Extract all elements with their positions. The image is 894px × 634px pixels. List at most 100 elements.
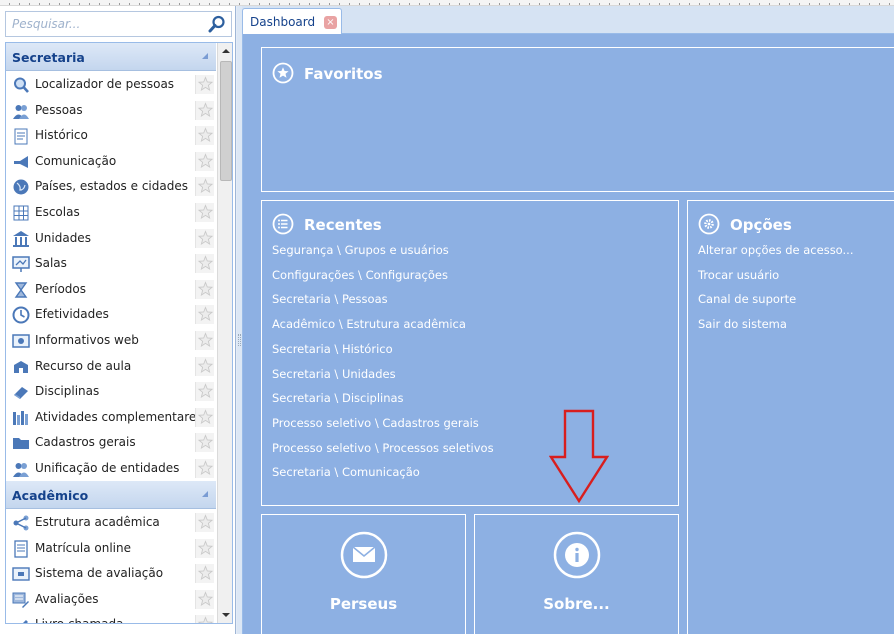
sidebar-item-label: Histórico: [35, 128, 88, 143]
favorite-star-icon[interactable]: [195, 126, 214, 146]
favoritos-card: Favoritos: [261, 47, 894, 192]
favorite-star-icon[interactable]: [195, 151, 214, 171]
envelope-icon: [340, 531, 388, 579]
structure-icon: [12, 514, 30, 532]
merge-people-icon: [12, 460, 30, 478]
list-icon: [272, 213, 294, 235]
enrollment-doc-icon: [12, 539, 30, 558]
sidebar-item[interactable]: Escolas: [6, 200, 216, 226]
dashboard-link[interactable]: Acadêmico \ Estrutura acadêmica: [272, 317, 466, 331]
favorite-star-icon[interactable]: [195, 100, 214, 120]
favorite-star-icon[interactable]: [195, 538, 214, 558]
sidebar-item[interactable]: Pessoas: [6, 98, 216, 124]
favorite-star-icon[interactable]: [195, 459, 214, 478]
dashboard-link[interactable]: Secretaria \ Comunicação: [272, 465, 420, 479]
section-header-secretaria[interactable]: Secretaria: [6, 43, 216, 71]
dashboard-link[interactable]: Alterar opções de acesso...: [698, 243, 853, 257]
sidebar-item-label: Sistema de avaliação: [35, 566, 164, 581]
favorite-star-icon[interactable]: [195, 407, 214, 427]
favorite-star-icon[interactable]: [195, 177, 214, 197]
sidebar-item[interactable]: Livro chamada: [6, 612, 216, 623]
favorite-star-icon[interactable]: [195, 513, 214, 532]
collapse-icon[interactable]: [202, 53, 208, 59]
sidebar-item[interactable]: Cadastros gerais: [6, 430, 216, 456]
scroll-down-icon[interactable]: [218, 607, 233, 623]
dashboard-link[interactable]: Secretaria \ Histórico: [272, 342, 393, 356]
sidebar-item[interactable]: Recurso de aula: [6, 354, 216, 380]
sidebar-item[interactable]: Histórico: [6, 123, 216, 149]
dashboard-link[interactable]: Secretaria \ Pessoas: [272, 292, 388, 306]
tab-label: Dashboard: [250, 15, 316, 29]
sidebar-item[interactable]: Comunicação: [6, 149, 216, 175]
sidebar-item[interactable]: Períodos: [6, 277, 216, 303]
annotation-arrow-icon: [549, 409, 609, 504]
sidebar-scrollbar[interactable]: [217, 43, 233, 623]
dashboard-link[interactable]: Canal de suporte: [698, 292, 796, 306]
favorite-star-icon[interactable]: [195, 615, 214, 623]
perseus-button[interactable]: Perseus: [261, 514, 466, 634]
dashboard-link[interactable]: Trocar usuário: [698, 268, 779, 282]
dashboard-link[interactable]: Sair do sistema: [698, 317, 787, 331]
sidebar-item[interactable]: Localizador de pessoas: [6, 72, 216, 98]
sidebar-item-label: Períodos: [35, 281, 87, 296]
sidebar-item[interactable]: Salas: [6, 251, 216, 277]
dashboard-link[interactable]: Secretaria \ Disciplinas: [272, 391, 404, 405]
dashboard-link[interactable]: Segurança \ Grupos e usuários: [272, 243, 449, 257]
favorite-star-icon[interactable]: [195, 356, 214, 376]
sidebar-item-label: Informativos web: [35, 333, 139, 347]
favorite-star-icon[interactable]: [195, 382, 214, 402]
sobre-button[interactable]: Sobre...: [474, 514, 679, 634]
sidebar-item-label: Salas: [35, 256, 67, 271]
scroll-up-icon[interactable]: [218, 43, 233, 59]
favorite-star-icon[interactable]: [195, 203, 214, 222]
favorite-star-icon[interactable]: [195, 228, 214, 248]
magnifier-icon: [12, 76, 30, 94]
collapse-icon[interactable]: [202, 491, 208, 497]
favorite-star-icon[interactable]: [195, 75, 214, 94]
dashboard-area: Favoritos Recentes Segurança \ Grupos e …: [242, 34, 894, 634]
sidebar-item[interactable]: Avaliações: [6, 587, 216, 613]
info-icon: [553, 531, 601, 579]
sidebar-item-label: Avaliações: [35, 591, 99, 606]
recentes-title: Recentes: [304, 216, 382, 234]
sidebar-item[interactable]: Disciplinas: [6, 379, 216, 405]
favorite-star-icon[interactable]: [195, 564, 214, 584]
evaluation-icon: [12, 565, 30, 583]
school-grid-icon: [12, 204, 30, 222]
sidebar-item[interactable]: Matrícula online: [6, 536, 216, 562]
sidebar-item[interactable]: Efetividades: [6, 302, 216, 328]
favorite-star-icon[interactable]: [195, 331, 214, 350]
sidebar-item[interactable]: Sistema de avaliação: [6, 561, 216, 587]
dashboard-link[interactable]: Processo seletivo \ Cadastros gerais: [272, 416, 479, 430]
sidebar-item-label: Disciplinas: [35, 384, 100, 399]
sidebar-item[interactable]: Estrutura acadêmica: [6, 510, 216, 536]
search-input[interactable]: [6, 12, 206, 36]
tab-bar: Dashboard ×: [242, 6, 894, 34]
sidebar-item-label: Localizador de pessoas: [35, 77, 175, 91]
favorite-star-icon[interactable]: [195, 279, 214, 299]
sidebar-item[interactable]: Unificação de entidades: [6, 456, 216, 482]
favorite-star-icon[interactable]: [195, 305, 214, 325]
sidebar-item[interactable]: Atividades complementares: [6, 405, 216, 431]
sidebar-item-label: Efetividades: [35, 307, 109, 322]
section-header-academico[interactable]: Acadêmico: [6, 481, 216, 509]
sidebar-item-label: Escolas: [35, 205, 80, 219]
favoritos-title: Favoritos: [304, 65, 383, 83]
sidebar-item[interactable]: Países, estados e cidades: [6, 174, 216, 200]
favorite-star-icon[interactable]: [195, 589, 214, 609]
dashboard-link[interactable]: Secretaria \ Unidades: [272, 367, 396, 381]
search-icon[interactable]: [208, 15, 226, 33]
perseus-label: Perseus: [329, 595, 398, 613]
favorite-star-icon[interactable]: [195, 254, 214, 274]
sidebar-item[interactable]: Informativos web: [6, 328, 216, 354]
favorite-star-icon[interactable]: [195, 433, 214, 453]
scroll-thumb[interactable]: [220, 61, 232, 181]
web-info-icon: [12, 332, 30, 350]
dashboard-link[interactable]: Configurações \ Configurações: [272, 268, 448, 282]
tab-dashboard[interactable]: Dashboard ×: [242, 8, 342, 34]
close-icon[interactable]: ×: [324, 16, 337, 29]
sidebar-item[interactable]: Unidades: [6, 226, 216, 252]
dashboard-link[interactable]: Processo seletivo \ Processos seletivos: [272, 441, 494, 455]
sidebar-item-label: Estrutura acadêmica: [35, 515, 160, 529]
splitter-grip-icon[interactable]: [238, 334, 241, 346]
